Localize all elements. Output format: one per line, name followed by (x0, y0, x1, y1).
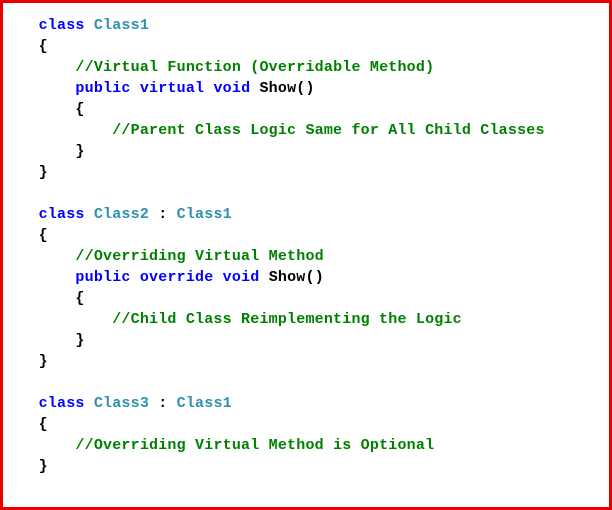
comment-parent-logic: //Parent Class Logic Same for All Child … (112, 122, 544, 139)
keyword-class: class (39, 395, 85, 412)
brace-close: } (39, 458, 48, 475)
code-snippet-frame: class Class1 { //Virtual Function (Overr… (0, 0, 612, 510)
method-name: Show (269, 269, 306, 286)
brace-open: { (75, 101, 84, 118)
brace-open: { (39, 227, 48, 244)
keyword-void: void (223, 269, 260, 286)
code-block: class Class1 { //Virtual Function (Overr… (11, 15, 601, 477)
parens: () (306, 269, 324, 286)
brace-close: } (39, 164, 48, 181)
keyword-public: public (75, 80, 130, 97)
inherit-colon: : (149, 395, 177, 412)
comment-optional: //Overriding Virtual Method is Optional (75, 437, 434, 454)
keyword-void: void (213, 80, 250, 97)
keyword-class: class (39, 206, 85, 223)
brace-close: } (75, 332, 84, 349)
inherit-colon: : (149, 206, 177, 223)
brace-close: } (39, 353, 48, 370)
comment-overriding: //Overriding Virtual Method (75, 248, 323, 265)
brace-close: } (75, 143, 84, 160)
keyword-public: public (75, 269, 130, 286)
keyword-class: class (39, 17, 85, 34)
brace-open: { (39, 416, 48, 433)
type-class1: Class1 (177, 395, 232, 412)
type-class2: Class2 (94, 206, 149, 223)
keyword-override: override (140, 269, 214, 286)
comment-child-logic: //Child Class Reimplementing the Logic (112, 311, 462, 328)
comment-virtual-function: //Virtual Function (Overridable Method) (75, 59, 434, 76)
type-class3: Class3 (94, 395, 149, 412)
brace-open: { (39, 38, 48, 55)
brace-open: { (75, 290, 84, 307)
type-class1: Class1 (177, 206, 232, 223)
keyword-virtual: virtual (140, 80, 204, 97)
type-class1: Class1 (94, 17, 149, 34)
method-name: Show (259, 80, 296, 97)
parens: () (296, 80, 314, 97)
